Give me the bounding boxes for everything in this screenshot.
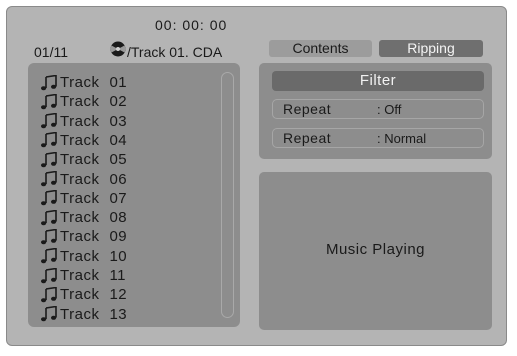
track-number: 07 [109, 189, 128, 207]
track-label: Track [60, 93, 100, 111]
track-label: Track [60, 112, 100, 130]
track-label: Track [60, 209, 100, 227]
music-note-icon [40, 74, 58, 91]
track-number: 01 [109, 74, 128, 91]
track-number: 11 [109, 267, 127, 284]
track-number: 13 [109, 305, 128, 323]
repeat-option-off[interactable]: Repeat : Off [272, 99, 484, 119]
track-label: Track [60, 247, 100, 265]
track-number: 06 [109, 170, 128, 188]
music-note-icon [40, 209, 58, 226]
track-list-item[interactable]: Track 07 [40, 189, 127, 208]
music-note-icon [40, 112, 58, 129]
repeat-option-label: Repeat [283, 130, 332, 146]
track-label: Track [60, 189, 100, 207]
repeat-option-value: : Off [377, 102, 402, 117]
tab-ripping[interactable]: Ripping [379, 40, 483, 57]
track-list-item[interactable]: Track 06 [40, 170, 127, 189]
track-label: Track [60, 267, 100, 284]
track-list-scrollbar[interactable] [221, 72, 234, 318]
music-note-icon [40, 286, 58, 303]
track-label: Track [60, 74, 100, 91]
track-list-item[interactable]: Track 01 [40, 73, 127, 92]
track-label: Track [60, 151, 100, 169]
filter-button[interactable]: Filter [272, 71, 484, 91]
track-list-item[interactable]: Track 02 [40, 92, 127, 111]
track-number: 04 [109, 131, 128, 149]
repeat-option-label: Repeat [283, 101, 332, 117]
repeat-option-value: : Normal [377, 131, 427, 146]
disc-icon [110, 41, 126, 57]
track-number: 08 [109, 209, 128, 227]
current-file-path: /Track 01. CDA [127, 44, 223, 60]
music-note-icon [40, 189, 58, 206]
track-label: Track [60, 170, 100, 188]
music-note-icon [40, 228, 58, 245]
status-message: Music Playing [325, 241, 426, 258]
track-label: Track [60, 228, 100, 246]
track-number: 10 [109, 247, 128, 265]
track-list-item[interactable]: Track 04 [40, 131, 127, 150]
track-list-item[interactable]: Track 10 [40, 247, 127, 266]
music-note-icon [40, 170, 58, 187]
elapsed-time: 00: 00: 00 [155, 17, 228, 33]
music-note-icon [40, 131, 58, 148]
music-note-icon [40, 93, 58, 110]
track-list-item[interactable]: Track 09 [40, 227, 127, 246]
track-label: Track [60, 305, 100, 323]
track-list-item[interactable]: Track 11 [40, 266, 126, 285]
track-list-item[interactable]: Track 03 [40, 112, 127, 131]
repeat-option-normal[interactable]: Repeat : Normal [272, 128, 484, 148]
track-list-item[interactable]: Track 08 [40, 208, 127, 227]
track-number: 09 [109, 228, 128, 246]
track-number: 12 [109, 286, 128, 304]
track-list-item[interactable]: Track 05 [40, 150, 127, 169]
track-number: 03 [109, 112, 128, 130]
track-label: Track [60, 286, 100, 304]
music-note-icon [40, 247, 58, 264]
music-note-icon [40, 267, 58, 284]
track-list-item[interactable]: Track 12 [40, 285, 127, 304]
track-label: Track [60, 131, 100, 149]
track-number: 02 [109, 93, 128, 111]
music-note-icon [40, 151, 58, 168]
track-position: 01/11 [34, 44, 68, 60]
music-note-icon [40, 305, 58, 322]
track-list-item[interactable]: Track 13 [40, 305, 127, 324]
track-number: 05 [109, 151, 128, 169]
tab-contents[interactable]: Contents [269, 40, 372, 57]
